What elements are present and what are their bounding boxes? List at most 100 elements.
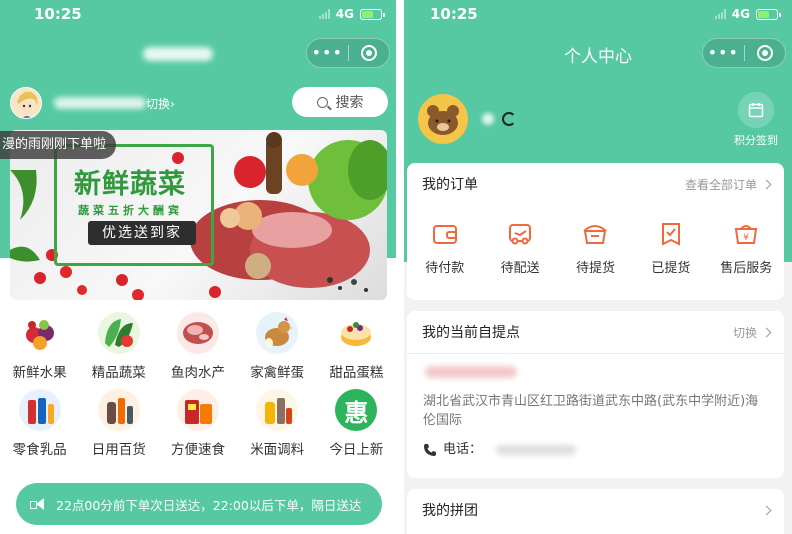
snack-icon (18, 389, 61, 431)
category-label: 零食乳品 (12, 442, 67, 458)
instant-food-icon (176, 389, 219, 431)
store-row: 切换› 搜索 (0, 80, 396, 126)
category-label: 米面调料 (250, 442, 305, 458)
pickup-phone[interactable]: 电话： (423, 440, 770, 459)
delivery-notice-text: 22点00分前下单次日送达，22:00以后下单，隔日送达 (56, 497, 362, 513)
signal-icon (714, 9, 726, 19)
category-item[interactable]: 甜品蛋糕 (317, 312, 396, 381)
category-grid: 新鲜水果 精品蔬菜 鱼肉水产 家禽鲜蛋 甜品蛋糕 零食乳品 日用百货 方便速食 … (0, 312, 396, 458)
switch-pickup-link[interactable]: 切换 (733, 324, 757, 341)
pickup-header[interactable]: 我的当前自提点 切换 (407, 311, 784, 353)
category-item[interactable]: 精品蔬菜 (79, 312, 158, 381)
chevron-right-icon (761, 179, 772, 189)
home-title-bar: ••• (0, 28, 396, 80)
home-screen: 10:25 4G ••• 切换› 搜索 新鲜蔬菜 蔬菜五折大酬宾 优选送到家 漫… (0, 0, 396, 534)
order-status-label: 已提货 (651, 261, 691, 276)
picked-up-icon (661, 223, 680, 246)
banner-title: 新鲜蔬菜 (74, 169, 186, 200)
pickup-name-blurred (425, 366, 517, 378)
category-item[interactable]: 米面调料 (238, 389, 317, 458)
category-item[interactable]: 家禽鲜蛋 (238, 312, 317, 381)
category-label: 甜品蛋糕 (329, 365, 384, 381)
order-status-row: 待付款 待配送 待提货 已提货 ¥ 售后服务 (407, 205, 784, 276)
poultry-icon (256, 312, 299, 354)
category-label: 精品蔬菜 (91, 365, 146, 381)
more-icon[interactable]: ••• (703, 38, 744, 68)
rice-flour-icon (256, 389, 299, 431)
meat-icon (176, 312, 219, 354)
status-time: 10:25 (430, 5, 478, 23)
refresh-icon[interactable] (502, 112, 516, 126)
pickup-address-block: 湖北省武汉市青山区红卫路街道武东中路(武东中学附近)海伦国际 电话： (407, 354, 784, 459)
pickup-point-card: 我的当前自提点 切换 湖北省武汉市青山区红卫路街道武东中路(武东中学附近)海伦国… (407, 311, 784, 478)
calendar-icon (738, 92, 774, 128)
category-label: 方便速食 (170, 442, 225, 458)
category-label: 家禽鲜蛋 (250, 365, 305, 381)
order-status-item[interactable]: 已提货 (633, 221, 708, 276)
status-bar: 10:25 4G (0, 0, 396, 28)
delivery-icon (509, 224, 532, 245)
points-checkin[interactable]: 积分签到 (726, 92, 786, 148)
search-button[interactable]: 搜索 (292, 87, 388, 117)
banner-subtitle: 蔬菜五折大酬宾 (78, 204, 183, 217)
category-item[interactable]: 日用百货 (79, 389, 158, 458)
order-status-label: 待配送 (500, 261, 540, 276)
store-avatar (10, 87, 42, 119)
order-status-item[interactable]: 待付款 (407, 221, 482, 276)
group-buy-card[interactable]: 我的拼团 (407, 489, 784, 534)
phone-label: 电话： (443, 442, 483, 457)
pickup-address: 湖北省武汉市青山区红卫路街道武东中路(武东中学附近)海伦国际 (423, 394, 759, 428)
network-label: 4G (335, 7, 354, 21)
group-title: 我的拼团 (422, 503, 478, 519)
wallet-icon (432, 225, 457, 244)
category-item[interactable]: 鱼肉水产 (158, 312, 237, 381)
group-header[interactable]: 我的拼团 (407, 489, 784, 531)
order-status-label: 待付款 (425, 261, 465, 276)
order-status-item[interactable]: 待配送 (482, 221, 557, 276)
daily-goods-icon (97, 389, 140, 431)
search-icon (316, 96, 328, 108)
category-label: 新鲜水果 (12, 365, 67, 381)
category-item[interactable]: 零食乳品 (0, 389, 79, 458)
orders-title: 我的订单 (422, 177, 478, 193)
order-ticker: 漫的雨刚刚下单啦 (0, 131, 117, 159)
chevron-right-icon (761, 505, 772, 515)
status-bar: 10:25 4G (404, 0, 792, 28)
mini-program-capsule[interactable]: ••• (306, 38, 390, 68)
battery-icon (360, 8, 385, 20)
vegetable-icon (97, 312, 140, 354)
user-avatar[interactable] (418, 94, 468, 144)
order-status-item[interactable]: ¥ 售后服务 (709, 221, 784, 276)
chevron-right-icon (761, 327, 772, 337)
network-label: 4G (731, 7, 750, 21)
phone-number-blurred (496, 444, 577, 455)
orders-card: 我的订单 查看全部订单 待付款 待配送 待提货 已提货 ¥ 售后服务 (407, 163, 784, 300)
category-item[interactable]: 方便速食 (158, 389, 237, 458)
banner-cta: 优选送到家 (88, 221, 196, 245)
phone-icon (424, 443, 436, 456)
store-title-blurred (143, 47, 213, 61)
category-item[interactable]: 新鲜水果 (0, 312, 79, 381)
battery-icon (756, 8, 781, 20)
search-label: 搜索 (335, 95, 364, 111)
view-all-orders-link[interactable]: 查看全部订单 (685, 176, 757, 193)
close-miniprogram-icon[interactable] (348, 45, 389, 61)
signal-icon (318, 9, 330, 19)
orders-header[interactable]: 我的订单 查看全部订单 (407, 163, 784, 205)
checkin-label: 积分签到 (734, 134, 778, 147)
pickup-box-icon (583, 225, 608, 244)
megaphone-icon (30, 498, 46, 510)
order-status-item[interactable]: 待提货 (558, 221, 633, 276)
user-profile[interactable] (418, 94, 516, 144)
delivery-notice: 22点00分前下单次日送达，22:00以后下单，隔日送达 (16, 483, 382, 525)
category-label: 今日上新 (329, 442, 384, 458)
mini-program-capsule[interactable]: ••• (702, 38, 786, 68)
more-icon[interactable]: ••• (307, 38, 348, 68)
switch-store-link[interactable]: 切换› (146, 95, 175, 112)
category-item[interactable]: 惠 今日上新 (317, 389, 396, 458)
store-name-blurred (54, 97, 146, 109)
category-label: 鱼肉水产 (170, 365, 225, 381)
status-time: 10:25 (34, 5, 82, 23)
svg-text:¥: ¥ (743, 233, 749, 243)
close-miniprogram-icon[interactable] (744, 45, 785, 61)
